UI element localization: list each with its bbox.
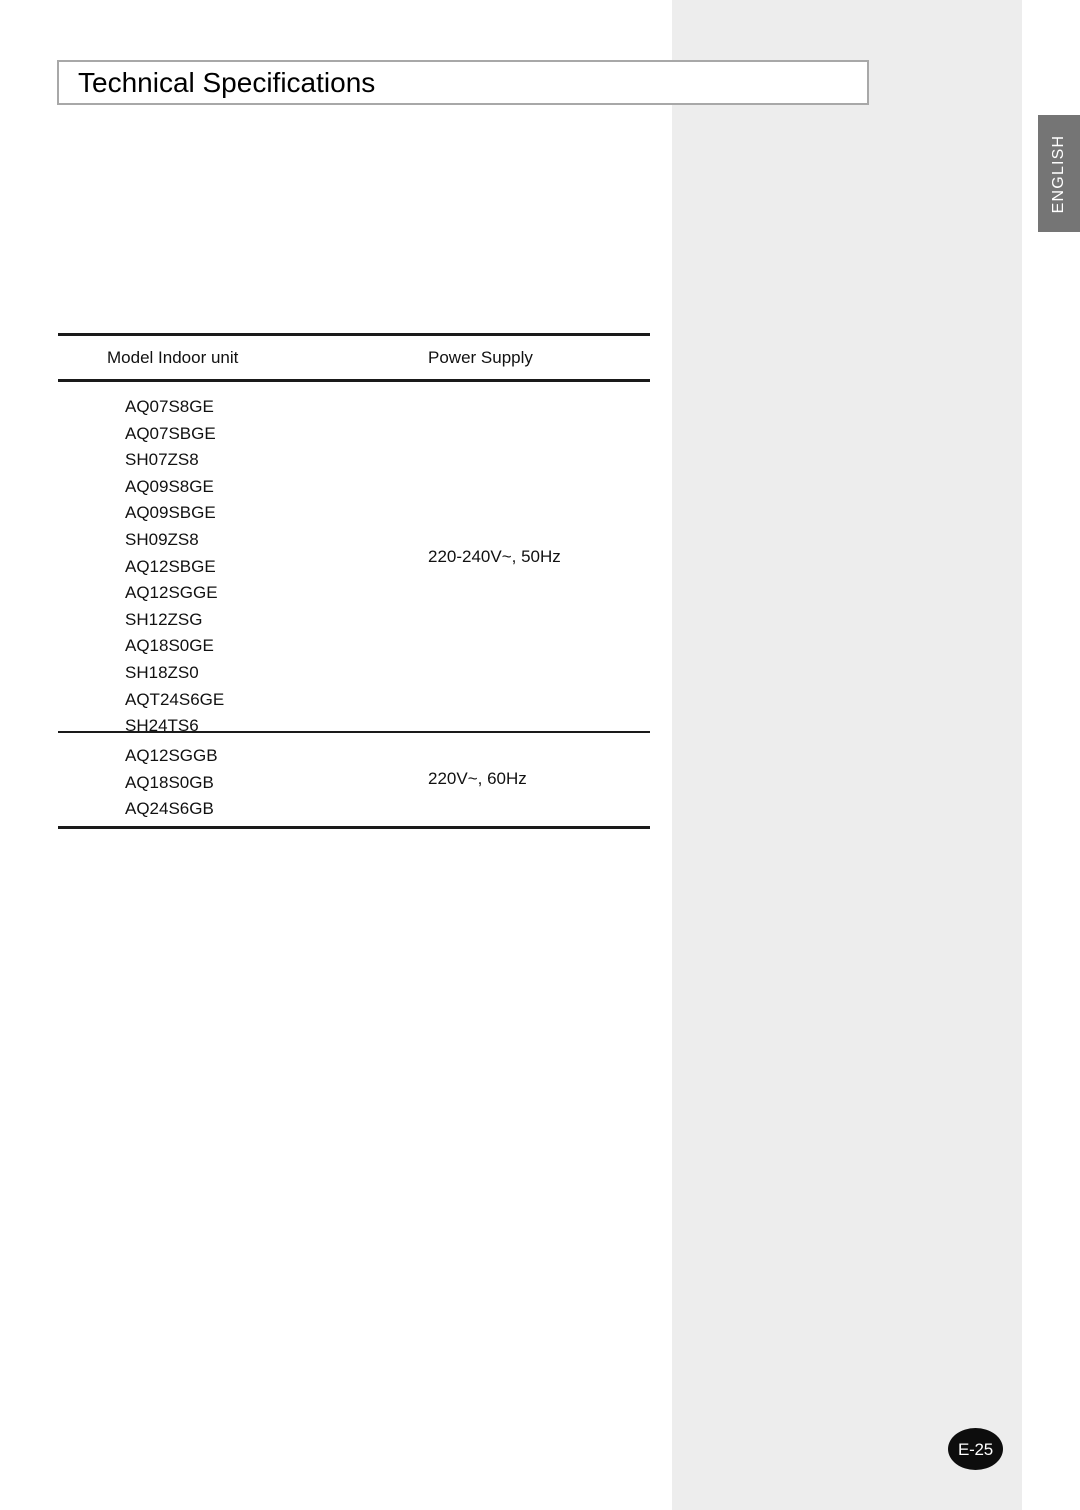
page-number-label: E-25 (957, 1439, 994, 1459)
list-item: SH09ZS8 (125, 529, 199, 549)
table-header-row: Model Indoor unit Power Supply (58, 336, 650, 379)
list-item: SH07ZS8 (125, 450, 199, 470)
list-item: AQ12SGGB (125, 746, 218, 765)
list-item: AQT24S6GE (125, 689, 225, 709)
language-side-tab: ENGLISH (1038, 115, 1080, 232)
list-item: AQ12SBGE (125, 556, 216, 576)
table-row-group-60hz: AQ12SGGB AQ18S0GB AQ24S6GB 220V~, 60Hz (58, 733, 650, 826)
table-row-group-50hz: AQ07S8GE AQ07SBGE SH07ZS8 AQ09S8GE AQ09S… (58, 382, 650, 735)
list-item: SH18ZS0 (125, 662, 199, 682)
list-item: AQ09S8GE (125, 476, 214, 496)
page-number-badge: E-25 (948, 1428, 1003, 1470)
power-supply-value-50hz: 220-240V~, 50Hz (428, 547, 561, 566)
list-item: AQ07SBGE (125, 423, 216, 443)
column-header-power-supply: Power Supply (428, 348, 533, 367)
list-item: AQ18S0GB (125, 772, 214, 792)
list-item: AQ24S6GB (125, 799, 214, 819)
model-list-50hz: AQ07S8GE AQ07SBGE SH07ZS8 AQ09S8GE AQ09S… (125, 394, 224, 740)
list-item: AQ18S0GE (125, 636, 214, 656)
column-header-model: Model Indoor unit (107, 348, 239, 367)
decorative-gray-panel (672, 0, 1022, 1510)
list-item: SH12ZSG (125, 609, 203, 629)
model-list-60hz: AQ12SGGB AQ18S0GB AQ24S6GB (125, 743, 218, 823)
technical-specifications-table: Model Indoor unit Power Supply AQ07S8GE … (58, 333, 650, 829)
power-supply-value-60hz: 220V~, 60Hz (428, 769, 527, 788)
list-item: AQ07S8GE (125, 397, 214, 416)
manual-page: ENGLISH Technical Specifications Model I… (0, 0, 1080, 1510)
list-item: AQ12SGGE (125, 583, 218, 603)
page-title-box: Technical Specifications (57, 60, 869, 105)
table-bottom-rule (58, 826, 650, 829)
language-tab-label: ENGLISH (1050, 134, 1067, 213)
page-title: Technical Specifications (78, 66, 376, 98)
list-item: AQ09SBGE (125, 503, 216, 523)
